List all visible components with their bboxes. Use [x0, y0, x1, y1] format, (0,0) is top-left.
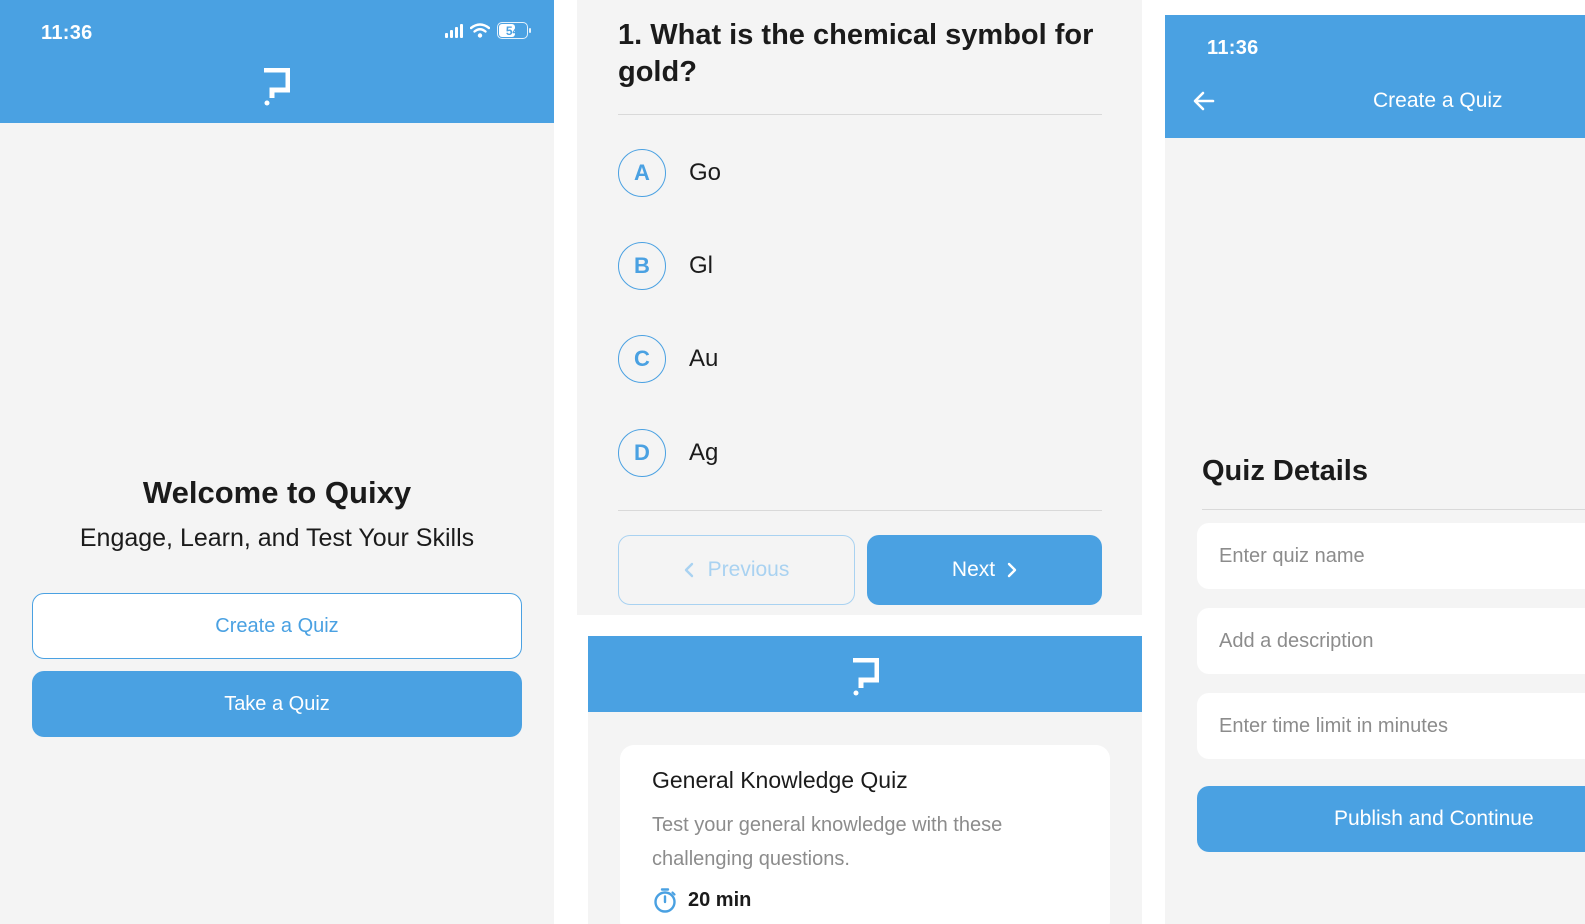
previous-button[interactable]: Previous	[618, 535, 855, 605]
publish-button[interactable]: Publish and Continue	[1197, 786, 1585, 852]
welcome-screen: 11:36 54 Welcome to Quixy Engage, Learn,…	[0, 0, 554, 924]
quiz-name-input[interactable]: Enter quiz name	[1197, 523, 1585, 589]
quiz-description-input[interactable]: Add a description	[1197, 608, 1585, 674]
welcome-title: Welcome to Quixy	[142, 475, 412, 510]
option-text: Au	[689, 345, 719, 372]
option-letter: C	[618, 335, 666, 383]
create-quiz-header: 11:36 Create a Quiz	[1165, 15, 1585, 138]
previous-label: Previous	[707, 558, 790, 581]
timer-icon	[654, 888, 676, 913]
quixy-logo-icon	[853, 658, 879, 696]
screen-title: Create a Quiz	[1373, 89, 1503, 112]
time-limit-text: 20 min	[688, 888, 752, 911]
next-label: Next	[951, 558, 996, 581]
divider	[618, 510, 1102, 511]
option-text: Ag	[689, 439, 719, 466]
chevron-right-icon	[1007, 562, 1017, 578]
answer-option-a[interactable]: A Go	[618, 148, 721, 198]
answer-option-c[interactable]: C Au	[618, 334, 718, 384]
quiz-name: General Knowledge Quiz	[652, 767, 908, 793]
take-quiz-button[interactable]: Take a Quiz	[32, 671, 522, 737]
option-letter: D	[618, 429, 666, 477]
option-text: Gl	[689, 252, 713, 279]
time-limit-input[interactable]: Enter time limit in minutes	[1197, 693, 1585, 759]
answer-option-d[interactable]: D Ag	[618, 428, 718, 478]
battery-level: 54	[505, 23, 520, 38]
option-letter: A	[618, 149, 666, 197]
quiz-description: Test your general knowledge with these c…	[652, 814, 1003, 870]
question-screen: 1. What is the chemical symbol for gold?…	[577, 0, 1142, 615]
quiz-card[interactable]: General Knowledge Quiz Test your general…	[620, 745, 1110, 924]
status-icons: 54	[445, 22, 531, 39]
status-time: 11:36	[41, 22, 93, 44]
option-text: Go	[689, 159, 722, 186]
screens-canvas: 11:36 54 Welcome to Quixy Engage, Learn,…	[0, 0, 1585, 924]
option-letter: B	[618, 242, 666, 290]
question-text: 1. What is the chemical symbol for gold?	[618, 19, 1094, 88]
quiz-list-header	[588, 636, 1142, 712]
chevron-left-icon	[684, 562, 693, 578]
next-button[interactable]: Next	[867, 535, 1102, 605]
divider	[618, 114, 1102, 115]
divider	[1202, 509, 1585, 510]
create-quiz-screen: 11:36 Create a Quiz Quiz Details Enter q…	[1165, 15, 1585, 924]
cellular-signal-icon	[445, 23, 463, 38]
back-arrow-icon[interactable]	[1193, 91, 1215, 111]
wifi-icon	[470, 23, 490, 38]
quiz-details-heading: Quiz Details	[1202, 455, 1368, 487]
quiz-list-screen: General Knowledge Quiz Test your general…	[588, 636, 1142, 924]
create-quiz-button[interactable]: Create a Quiz	[32, 593, 522, 659]
welcome-subtitle: Engage, Learn, and Test Your Skills	[79, 524, 475, 552]
welcome-header: 11:36 54	[0, 0, 554, 123]
answer-option-b[interactable]: B Gl	[618, 241, 713, 291]
quiz-time-limit: 20 min	[652, 887, 751, 913]
quixy-logo-icon	[264, 68, 290, 106]
status-time: 11:36	[1207, 37, 1259, 59]
battery-icon: 54	[497, 22, 531, 39]
